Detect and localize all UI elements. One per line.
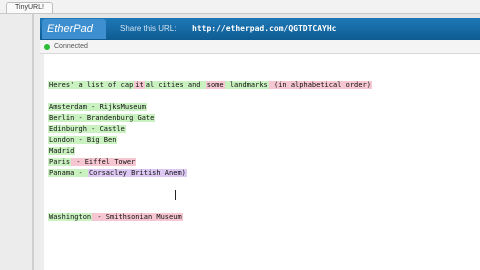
author-text-segment: London - Big Ben xyxy=(48,136,118,144)
author-text-segment: Madrid xyxy=(48,147,76,155)
author-text-segment: Amsterdam - RijksMuseum xyxy=(48,103,147,111)
app-header: EtherPad Share this URL: http://etherpad… xyxy=(40,18,480,40)
author-text-segment: Panama - xyxy=(48,169,88,177)
browser-tab[interactable]: TinyURL! xyxy=(6,2,53,13)
author-text-segment: Berlin - Brandenburg Gate xyxy=(48,114,156,122)
pad-line[interactable]: Panama - Corsacley British Anem) xyxy=(48,168,187,179)
author-text-segment: Edinburgh - Castle xyxy=(48,125,126,133)
pad-editor[interactable]: Heres' a list of cap it al cities and some… xyxy=(40,54,480,270)
author-text-segment: (in alphabetical order) xyxy=(268,81,372,89)
pad-line[interactable]: Heres' a list of cap it al cities and some… xyxy=(48,80,372,91)
share-url-link[interactable]: http://etherpad.com/QGTDTCAYHc xyxy=(192,18,337,40)
pad-line[interactable]: Berlin - Brandenburg Gate xyxy=(48,113,156,124)
etherpad-logo[interactable]: EtherPad xyxy=(42,19,106,39)
author-text-segment: landmarks xyxy=(224,81,269,89)
author-text-segment: some xyxy=(205,81,225,89)
author-text-segment: - Smithsonian Museum xyxy=(92,213,183,221)
author-text-segment: Washington xyxy=(48,213,93,221)
author-text-segment: Heres' a list of cap xyxy=(48,81,135,89)
text-cursor xyxy=(175,190,177,200)
pad-line[interactable]: Edinburgh - Castle xyxy=(48,124,126,135)
author-text-segment: Paris xyxy=(48,158,72,166)
browser-tab-bar: TinyURL! xyxy=(0,0,480,14)
connected-status-icon xyxy=(44,44,50,50)
author-text-segment: it xyxy=(134,81,145,89)
connection-status-bar: Connected xyxy=(40,40,480,54)
pad-line[interactable]: Washington - Smithsonian Museum xyxy=(48,212,183,223)
pad-line[interactable]: London - Big Ben xyxy=(48,135,118,146)
etherpad-app: EtherPad Share this URL: http://etherpad… xyxy=(40,18,480,270)
author-text-segment: al cities and xyxy=(144,81,206,89)
window-left-edge xyxy=(0,14,40,270)
pad-line[interactable]: Amsterdam - RijksMuseum xyxy=(48,102,147,113)
window-divider xyxy=(32,14,34,270)
editor-gutter xyxy=(40,54,44,270)
share-url-label: Share this URL: xyxy=(120,24,177,33)
connection-status-text: Connected xyxy=(54,43,88,50)
pad-line[interactable]: Paris - Eiffel Tower xyxy=(48,157,137,168)
author-text-segment: - Eiffel Tower xyxy=(71,158,137,166)
pad-line[interactable]: Madrid xyxy=(48,146,76,157)
author-text-segment: Corsacley British Anem) xyxy=(87,169,187,177)
